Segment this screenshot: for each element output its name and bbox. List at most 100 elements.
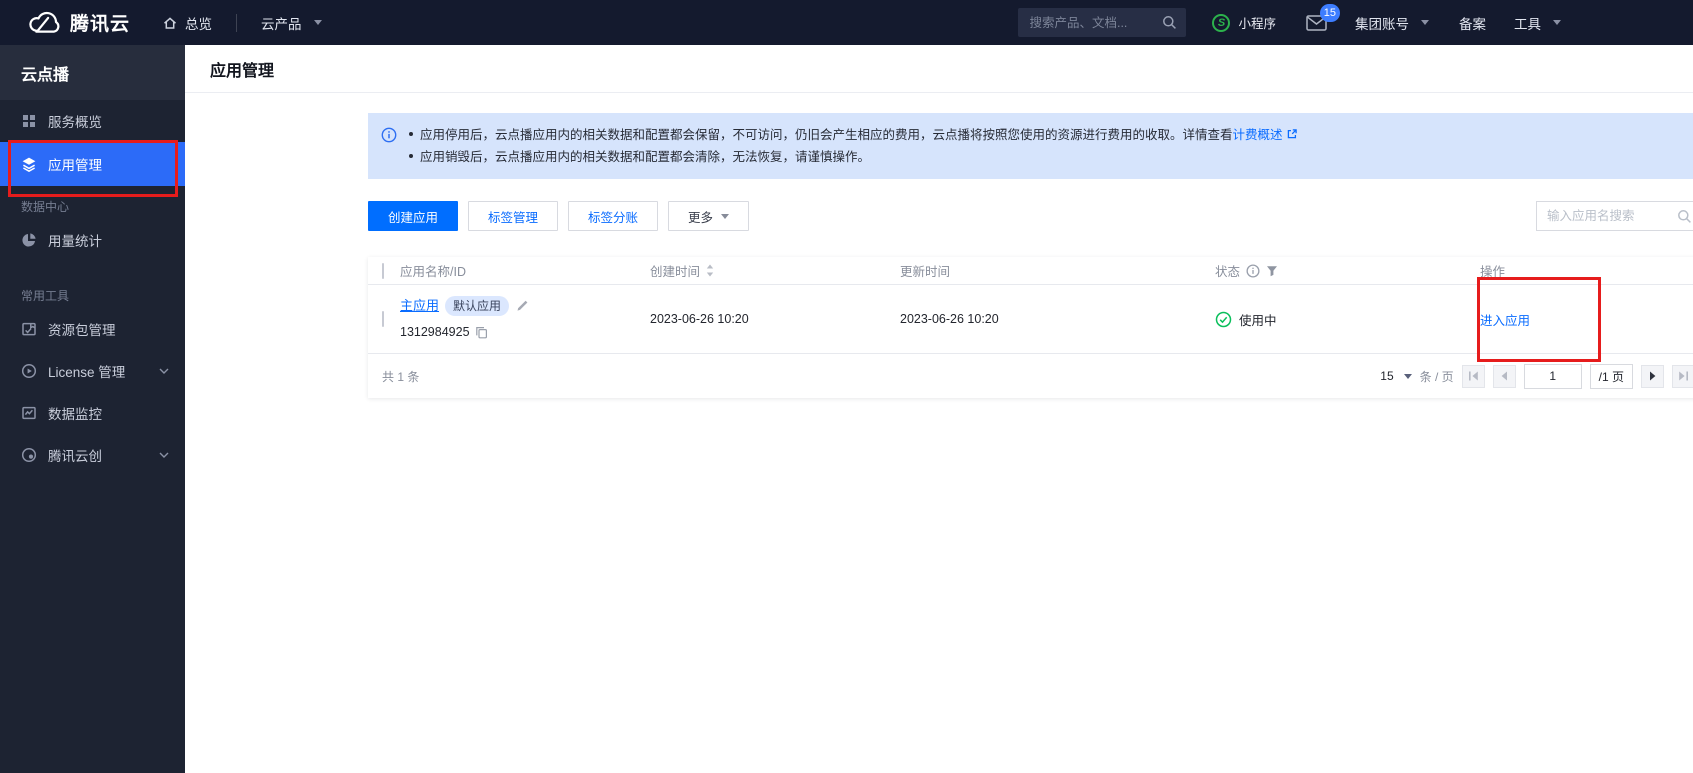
nav-item-overview[interactable]: 总览 [162, 13, 212, 33]
app-id: 1312984925 [400, 322, 470, 342]
sidebar-section-common-tools: 常用工具 [0, 275, 185, 308]
updated-time-cell: 2023-06-26 10:20 [900, 312, 1215, 326]
nav-item-tools[interactable]: 工具 [1514, 13, 1561, 33]
messages-button[interactable]: 15 [1306, 15, 1327, 31]
external-link-icon[interactable] [1286, 128, 1298, 140]
package-icon [21, 321, 37, 337]
info-icon [381, 127, 397, 168]
total-pages-label: /1 页 [1590, 364, 1633, 389]
page-size-select[interactable]: 15 [1380, 369, 1411, 383]
table-header-row: 应用名称/ID 创建时间 更新时间 状态 [368, 257, 1693, 285]
column-header-name: 应用名称/ID [400, 261, 650, 280]
info-icon[interactable] [1246, 264, 1260, 278]
first-page-button[interactable] [1462, 365, 1485, 388]
pagination-controls: 15 条 / 页 /1 页 [1380, 364, 1693, 389]
sidebar-item-app-management[interactable]: 应用管理 [0, 142, 185, 186]
app-table-card: 应用名称/ID 创建时间 更新时间 状态 [368, 257, 1693, 398]
tencent-cloud-logo[interactable]: 腾讯云 [0, 9, 130, 36]
sidebar-item-usage-stats[interactable]: 用量统计 [0, 219, 185, 261]
banner-line-2: 应用销毁后，云点播应用内的相关数据和配置都会清除，无法恢复，请谨慎操作。 [409, 146, 1298, 168]
next-page-button[interactable] [1641, 365, 1664, 388]
enter-app-link[interactable]: 进入应用 [1480, 314, 1530, 328]
miniprogram-icon: S [1212, 14, 1230, 32]
nav-item-beian[interactable]: 备案 [1459, 13, 1486, 33]
edit-pencil-icon[interactable] [515, 299, 529, 313]
default-app-badge: 默认应用 [445, 296, 509, 316]
filter-funnel-icon[interactable] [1266, 265, 1278, 277]
nav-item-group-account[interactable]: 集团账号 [1355, 13, 1429, 33]
home-icon [162, 15, 178, 31]
copy-icon[interactable] [475, 326, 488, 339]
nav-item-miniprogram[interactable]: S 小程序 [1212, 13, 1276, 32]
column-header-action: 操作 [1480, 261, 1693, 280]
more-button[interactable]: 更多 [668, 201, 749, 231]
pagination-bar: 共 1 条 15 条 / 页 [368, 354, 1693, 398]
layers-icon [21, 156, 37, 172]
column-header-updated: 更新时间 [900, 261, 1215, 280]
chevron-down-icon [1404, 374, 1412, 379]
sidebar: 云点播 服务概览 应用管理 数据中心 用量统计 [0, 45, 185, 773]
global-search-input[interactable] [1027, 15, 1162, 31]
page-content: 应用停用后，云点播应用内的相关数据和配置都会保留，不可访问，仍旧会产生相应的费用… [368, 93, 1693, 398]
banner-text: 应用停用后，云点播应用内的相关数据和配置都会保留，不可访问，仍旧会产生相应的费用… [409, 124, 1298, 168]
sidebar-item-license-management[interactable]: License 管理 [0, 350, 185, 392]
create-app-button[interactable]: 创建应用 [368, 201, 458, 231]
chevron-down-icon [1553, 20, 1561, 25]
top-navbar: 腾讯云 总览 云产品 S 小程序 15 集团账号 [0, 0, 1693, 45]
sidebar-item-service-overview[interactable]: 服务概览 [0, 100, 185, 142]
global-search-box[interactable] [1018, 8, 1186, 37]
main-area: 应用管理 应用停用后，云点播应用内的相关数据和配置都会保留，不可访问，仍旧会产生… [185, 45, 1693, 773]
chevron-down-icon [314, 20, 322, 25]
chevron-down-icon [721, 214, 729, 219]
play-circle-icon [21, 363, 37, 379]
tag-manage-button[interactable]: 标签管理 [468, 201, 558, 231]
row-checkbox[interactable] [382, 311, 384, 327]
check-circle-icon [1215, 311, 1232, 328]
nav-divider [236, 14, 237, 32]
cloud-create-icon [21, 447, 37, 463]
sidebar-product-title: 云点播 [0, 45, 185, 100]
billing-overview-link[interactable]: 计费概述 [1233, 128, 1283, 142]
nav-item-products[interactable]: 云产品 [261, 13, 322, 33]
brand-name: 腾讯云 [70, 9, 130, 36]
app-search-input[interactable] [1545, 208, 1677, 224]
app-search-box[interactable] [1536, 201, 1693, 231]
chevron-down-icon [159, 452, 169, 458]
banner-line-1: 应用停用后，云点播应用内的相关数据和配置都会保留，不可访问，仍旧会产生相应的费用… [409, 124, 1298, 146]
current-page-input[interactable] [1524, 364, 1582, 389]
page-size-unit: 条 / 页 [1420, 368, 1454, 385]
app-name-cell: 主应用 默认应用 1312984925 [400, 296, 650, 342]
created-time-cell: 2023-06-26 10:20 [650, 312, 900, 326]
toolbar: 创建应用 标签管理 标签分账 更多 [368, 201, 1693, 231]
info-banner: 应用停用后，云点播应用内的相关数据和配置都会保留，不可访问，仍旧会产生相应的费用… [368, 113, 1693, 179]
column-header-created: 创建时间 [650, 261, 900, 280]
total-count: 共 1 条 [382, 368, 419, 385]
status-cell: 使用中 [1215, 310, 1480, 329]
tag-split-button[interactable]: 标签分账 [568, 201, 658, 231]
sidebar-section-data-center: 数据中心 [0, 186, 185, 219]
bullet-dot [409, 154, 413, 158]
sidebar-item-data-monitoring[interactable]: 数据监控 [0, 392, 185, 434]
sidebar-item-resource-packages[interactable]: 资源包管理 [0, 308, 185, 350]
sidebar-gap [0, 261, 185, 275]
table-row: 主应用 默认应用 1312984925 [368, 285, 1693, 354]
status-badge: 使用中 [1239, 310, 1277, 329]
sort-icon[interactable] [706, 264, 714, 277]
pie-chart-icon [21, 232, 37, 248]
prev-page-button[interactable] [1493, 365, 1516, 388]
select-all-checkbox[interactable] [382, 263, 384, 279]
monitor-chart-icon [21, 405, 37, 421]
last-page-button[interactable] [1672, 365, 1693, 388]
search-icon[interactable] [1162, 15, 1177, 30]
bullet-dot [409, 132, 413, 136]
page-title: 应用管理 [210, 57, 274, 81]
search-icon[interactable] [1677, 209, 1692, 224]
page-header: 应用管理 [185, 45, 1693, 93]
dashboard-grid-icon [21, 113, 37, 129]
sidebar-item-tencent-cloud-create[interactable]: 腾讯云创 [0, 434, 185, 476]
app-name-link[interactable]: 主应用 [400, 296, 439, 316]
chevron-down-icon [1421, 20, 1429, 25]
chevron-down-icon [159, 368, 169, 374]
message-count-badge: 15 [1320, 4, 1340, 22]
column-header-status: 状态 [1215, 261, 1480, 280]
